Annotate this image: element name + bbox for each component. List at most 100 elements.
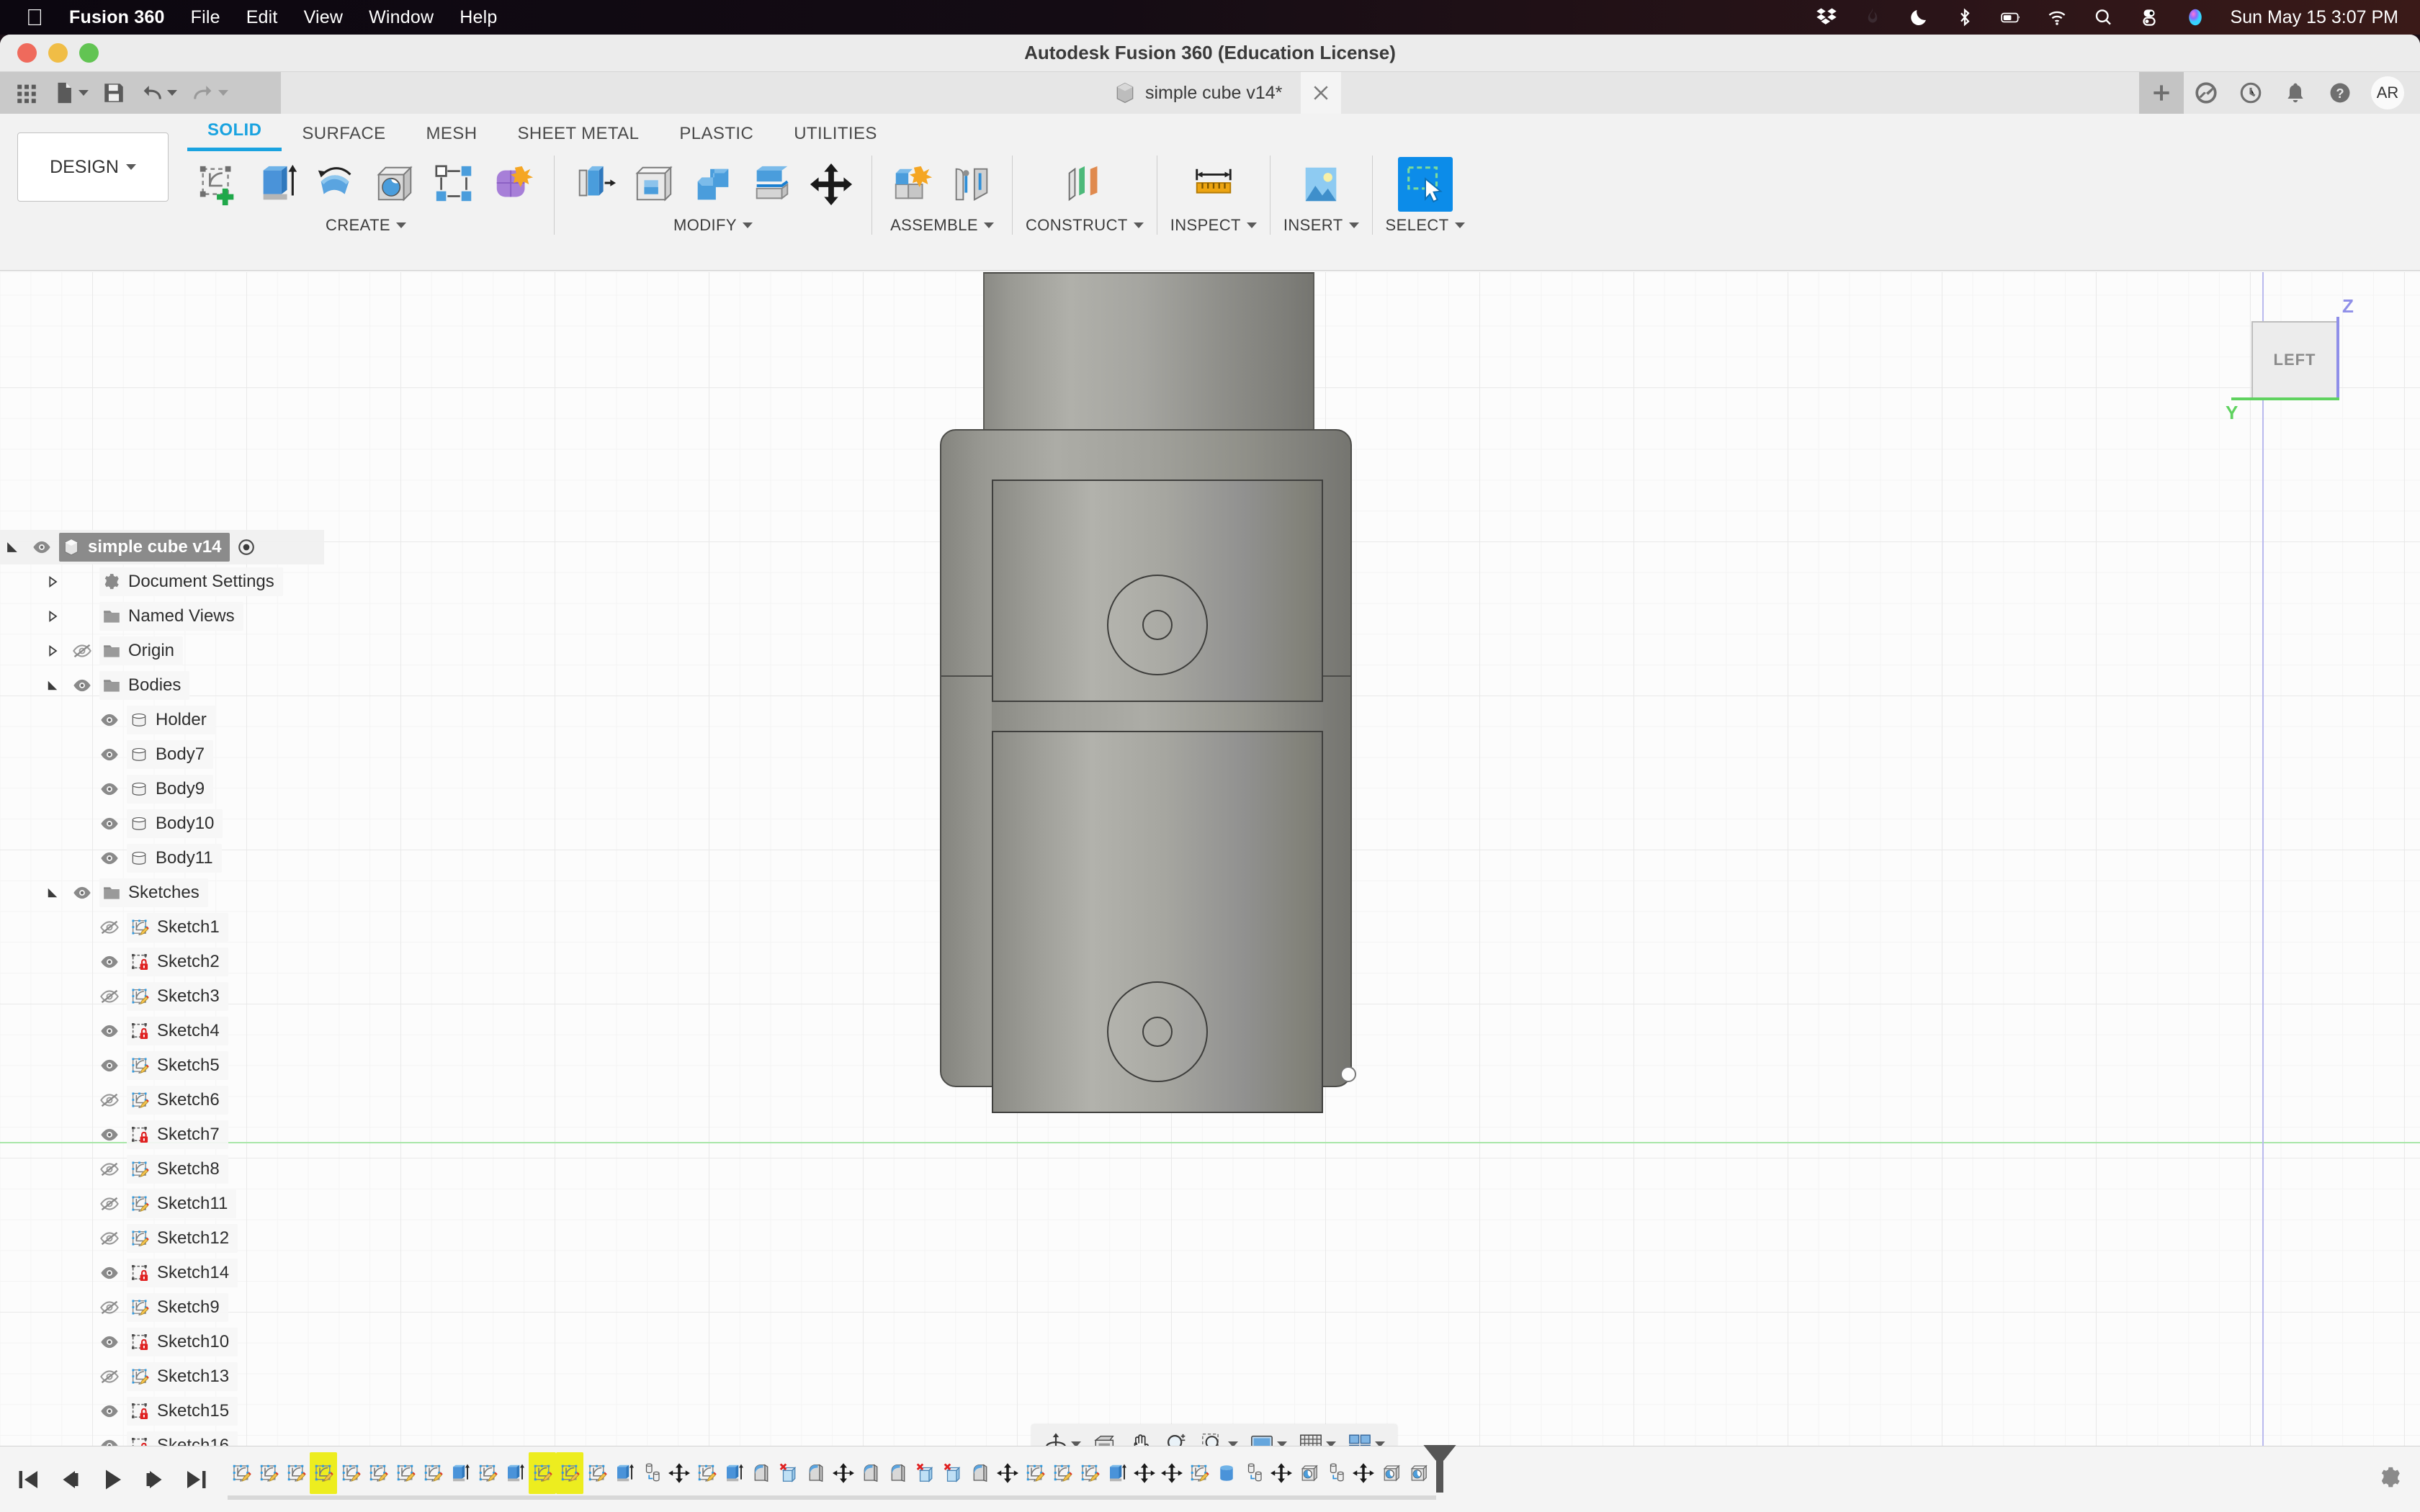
wifi-icon[interactable] <box>2046 6 2068 28</box>
timeline-feature-move[interactable] <box>1350 1452 1377 1494</box>
browser-item-named-views[interactable]: Named Views <box>0 599 324 634</box>
timeline-feature-fillet[interactable] <box>802 1452 830 1494</box>
timeline-feature-hole[interactable] <box>1322 1452 1350 1494</box>
expand-triangle[interactable] <box>40 575 65 589</box>
timeline-feature-hole[interactable] <box>1240 1452 1268 1494</box>
new-tab-button[interactable] <box>2139 72 2184 114</box>
step-back-icon[interactable] <box>58 1467 84 1493</box>
new-file-dropdown-caret[interactable] <box>79 90 89 96</box>
create-form-button[interactable] <box>486 157 541 212</box>
activate-component-radio[interactable] <box>230 538 263 557</box>
browser-item-body11[interactable]: Body11 <box>0 841 324 876</box>
timeline-feature-move[interactable] <box>1158 1452 1186 1494</box>
tab-surface[interactable]: SURFACE <box>282 115 405 151</box>
apple-logo-icon[interactable]:  <box>26 6 43 29</box>
sketch-endpoint-marker[interactable] <box>1340 1066 1356 1082</box>
timeline-feature-sketch[interactable] <box>693 1452 720 1494</box>
new-file-button[interactable] <box>48 78 93 108</box>
timeline-feature-sketch[interactable] <box>1186 1452 1213 1494</box>
tab-solid[interactable]: SOLID <box>187 112 282 151</box>
battery-icon[interactable] <box>2000 6 2022 28</box>
timeline-feature-fillet[interactable] <box>857 1452 884 1494</box>
browser-item-sketch10[interactable]: Sketch10 <box>0 1325 324 1359</box>
dropbox-icon[interactable] <box>1816 6 1837 28</box>
pattern-button[interactable] <box>427 157 482 212</box>
visibility-toggle[interactable] <box>92 986 127 1007</box>
cylinder-body[interactable] <box>983 272 1314 438</box>
step-forward-icon[interactable] <box>141 1467 167 1493</box>
timeline-feature-sketch[interactable] <box>1021 1452 1049 1494</box>
move-copy-button[interactable] <box>804 157 859 212</box>
undo-button[interactable] <box>135 78 182 108</box>
siri-icon[interactable] <box>2184 6 2206 28</box>
timeline-feature-extrude[interactable] <box>720 1452 748 1494</box>
browser-root-node[interactable]: simple cube v14 <box>0 530 324 564</box>
redo-dropdown-caret[interactable] <box>218 90 228 96</box>
browser-item-sketch2[interactable]: Sketch2 <box>0 945 324 979</box>
extensions-button[interactable] <box>2184 72 2228 114</box>
notifications-button[interactable] <box>2273 72 2318 114</box>
tab-utilities[interactable]: UTILITIES <box>774 115 897 151</box>
timeline-feature-extrude[interactable] <box>501 1452 529 1494</box>
browser-item-document-settings[interactable]: Document Settings <box>0 564 324 599</box>
visibility-toggle[interactable] <box>65 883 99 903</box>
timeline-feature-sketch[interactable] <box>529 1452 556 1494</box>
timeline-feature-move[interactable] <box>1268 1452 1295 1494</box>
close-tab-button[interactable] <box>1301 72 1342 114</box>
expand-triangle[interactable] <box>40 886 65 900</box>
timeline-feature-move[interactable] <box>666 1452 693 1494</box>
timeline-feature-fillet[interactable] <box>884 1452 912 1494</box>
document-tab[interactable]: simple cube v14* <box>1095 72 1301 114</box>
menu-edit[interactable]: Edit <box>246 7 278 28</box>
user-avatar[interactable]: AR <box>2371 76 2404 109</box>
timeline-feature-sketch[interactable] <box>364 1452 392 1494</box>
visibility-toggle[interactable] <box>92 710 127 730</box>
timeline-feature-sketch[interactable] <box>337 1452 364 1494</box>
revolve-button[interactable] <box>309 157 364 212</box>
visibility-toggle[interactable] <box>92 1367 127 1387</box>
browser-item-origin[interactable]: Origin <box>0 634 324 668</box>
tab-plastic[interactable]: PLASTIC <box>659 115 774 151</box>
browser-item-sketch1[interactable]: Sketch1 <box>0 910 324 945</box>
redo-button[interactable] <box>186 78 233 108</box>
visibility-toggle[interactable] <box>92 1159 127 1179</box>
combine-button[interactable] <box>686 157 740 212</box>
browser-item-sketch9[interactable]: Sketch9 <box>0 1290 324 1325</box>
visibility-toggle[interactable] <box>92 917 127 937</box>
browser-item-sketches[interactable]: Sketches <box>0 876 324 910</box>
go-to-beginning-icon[interactable] <box>16 1467 42 1493</box>
new-component-button[interactable] <box>885 157 940 212</box>
expand-triangle[interactable] <box>40 644 65 658</box>
sweep-button[interactable] <box>368 157 423 212</box>
flame-icon[interactable] <box>1862 6 1883 28</box>
visibility-toggle[interactable] <box>92 1263 127 1283</box>
visibility-toggle[interactable] <box>92 744 127 765</box>
undo-dropdown-caret[interactable] <box>167 90 177 96</box>
tab-mesh[interactable]: MESH <box>406 115 498 151</box>
browser-item-body7[interactable]: Body7 <box>0 737 324 772</box>
timeline-feature-sketch[interactable] <box>228 1452 255 1494</box>
view-cube-face[interactable]: LEFT <box>2251 321 2338 399</box>
menubar-clock[interactable]: Sun May 15 3:07 PM <box>2231 7 2398 28</box>
tab-sheet-metal[interactable]: SHEET METAL <box>497 115 659 151</box>
visibility-toggle[interactable] <box>92 848 127 868</box>
visibility-toggle[interactable] <box>92 1228 127 1248</box>
control-center-icon[interactable] <box>2138 6 2160 28</box>
expand-triangle[interactable] <box>40 609 65 624</box>
timeline-feature-revolve[interactable] <box>1213 1452 1240 1494</box>
joint-button[interactable] <box>944 157 999 212</box>
menu-fusion-360[interactable]: Fusion 360 <box>69 7 165 28</box>
timeline-feature-fillet[interactable] <box>967 1452 994 1494</box>
timeline-feature-sweep[interactable] <box>1377 1452 1404 1494</box>
visibility-toggle[interactable] <box>92 1194 127 1214</box>
browser-item-sketch7[interactable]: Sketch7 <box>0 1117 324 1152</box>
shell-button[interactable] <box>627 157 681 212</box>
insert-image-button[interactable] <box>1294 157 1348 212</box>
play-icon[interactable] <box>99 1467 125 1493</box>
timeline-feature-move[interactable] <box>994 1452 1021 1494</box>
create-sketch-button[interactable] <box>191 157 246 212</box>
visibility-toggle[interactable] <box>92 814 127 834</box>
timeline-feature-sketch[interactable] <box>1049 1452 1076 1494</box>
workspace-dropdown-caret[interactable] <box>125 164 136 170</box>
browser-item-sketch6[interactable]: Sketch6 <box>0 1083 324 1117</box>
